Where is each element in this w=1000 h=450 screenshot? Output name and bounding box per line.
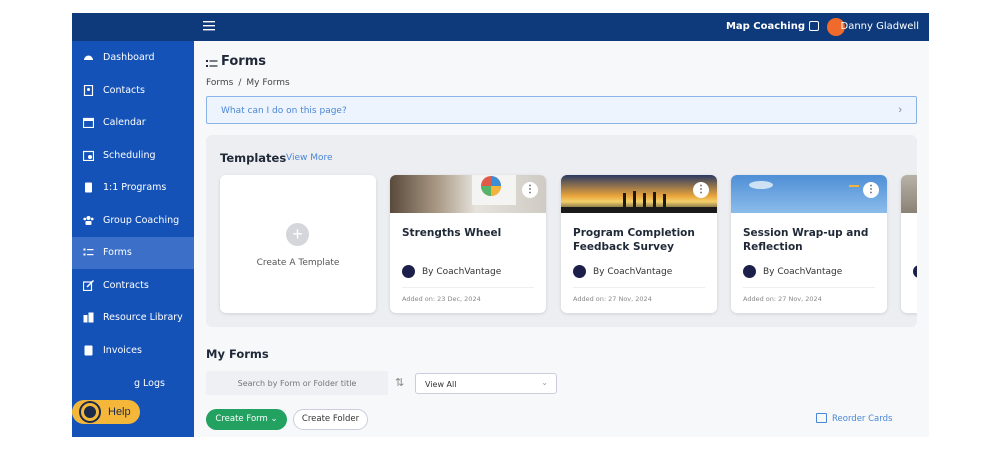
sidebar-item-label: Scheduling xyxy=(103,150,156,161)
forms-icon xyxy=(206,56,218,67)
template-name: Strengths Wheel xyxy=(402,227,502,239)
page-title: Forms xyxy=(221,54,266,69)
sidebar-item-label: Group Coaching xyxy=(103,215,180,226)
view-filter-value: View All xyxy=(425,380,457,389)
user-name[interactable]: Danny Gladwell xyxy=(841,21,920,32)
menu-toggle-icon[interactable] xyxy=(203,20,217,34)
breadcrumb-item[interactable]: Forms xyxy=(206,78,233,88)
search-input[interactable] xyxy=(206,371,388,395)
top-bar: Map Coaching Danny Gladwell xyxy=(72,13,929,41)
chevron-right-icon: › xyxy=(898,104,902,116)
template-added-date: Added on: 23 Dec, 2024 xyxy=(402,295,481,303)
contracts-icon xyxy=(83,280,94,291)
sidebar-item-programs[interactable]: 1:1 Programs xyxy=(72,172,194,204)
template-thumbnail xyxy=(901,175,917,213)
create-form-button[interactable]: Create Form ⌄ xyxy=(206,409,287,430)
app-window: Map Coaching Danny Gladwell Dashboard Co… xyxy=(72,13,929,437)
sidebar-item-label: 1:1 Programs xyxy=(103,182,167,193)
sidebar-item-label: Contacts xyxy=(103,85,145,96)
reorder-icon[interactable] xyxy=(816,413,827,423)
view-more-link[interactable]: View More xyxy=(286,153,333,163)
plus-icon: + xyxy=(286,223,309,246)
template-name: Session Wrap-up and Reflection xyxy=(743,227,869,253)
template-name: Program Completion Feedback Survey xyxy=(573,227,695,253)
org-switch-icon[interactable] xyxy=(809,21,819,31)
lifebuoy-icon xyxy=(81,403,99,421)
sidebar-item-contracts[interactable]: Contracts xyxy=(72,270,194,302)
page-help-bar[interactable]: What can I do on this page? › xyxy=(206,96,917,124)
template-card[interactable]: ⋮ Program Completion Feedback Survey By … xyxy=(561,175,717,313)
group-icon xyxy=(83,215,94,226)
main-content: Forms Forms / My Forms What can I do on th… xyxy=(194,41,929,437)
coachvantage-logo-icon xyxy=(402,265,415,278)
sidebar-item-label: Dashboard xyxy=(103,52,155,63)
create-folder-button[interactable]: Create Folder xyxy=(293,409,368,430)
create-template-card[interactable]: + Create A Template xyxy=(220,175,376,313)
forms-icon xyxy=(83,247,94,258)
sidebar-item-label: Forms xyxy=(103,247,132,258)
templates-title: Templates xyxy=(220,151,287,165)
sidebar-item-label: Resource Library xyxy=(103,312,183,323)
sidebar: Dashboard Contacts Calendar Scheduling 1… xyxy=(72,41,194,437)
card-divider xyxy=(743,287,875,288)
sidebar-item-scheduling[interactable]: Scheduling xyxy=(72,140,194,172)
reorder-cards-link[interactable]: Reorder Cards xyxy=(832,414,892,424)
template-card-partial[interactable] xyxy=(901,175,917,313)
sidebar-item-label: g Logs xyxy=(134,378,165,389)
calendar-icon xyxy=(83,117,94,128)
chevron-down-icon: ⌄ xyxy=(270,414,278,424)
sidebar-item-contacts[interactable]: Contacts xyxy=(72,75,194,107)
coachvantage-logo-icon xyxy=(743,265,756,278)
breadcrumb-item: My Forms xyxy=(246,78,290,88)
help-label: Help xyxy=(108,406,131,418)
coachvantage-logo-icon xyxy=(573,265,586,278)
library-icon xyxy=(83,312,94,323)
breadcrumb: Forms / My Forms xyxy=(206,78,290,88)
templates-section: Templates View More + Create A Template … xyxy=(206,135,917,327)
sidebar-item-label: Invoices xyxy=(103,345,142,356)
card-menu-icon[interactable]: ⋮ xyxy=(693,182,709,198)
help-prompt: What can I do on this page? xyxy=(221,106,347,116)
template-author: By CoachVantage xyxy=(763,267,843,277)
template-added-date: Added on: 27 Nov, 2024 xyxy=(573,295,652,303)
template-card[interactable]: ⋮ Session Wrap-up and Reflection By Coac… xyxy=(731,175,887,313)
card-menu-icon[interactable]: ⋮ xyxy=(522,182,538,198)
sidebar-item-group-coaching[interactable]: Group Coaching xyxy=(72,205,194,237)
template-author: By CoachVantage xyxy=(593,267,673,277)
sidebar-item-forms[interactable]: Forms xyxy=(72,237,194,269)
template-card[interactable]: ⋮ Strengths Wheel By CoachVantage Added … xyxy=(390,175,546,313)
sidebar-item-label: Contracts xyxy=(103,280,149,291)
sidebar-item-resource-library[interactable]: Resource Library xyxy=(72,302,194,334)
view-filter-select[interactable]: View All ⌄ xyxy=(415,373,557,394)
card-menu-icon[interactable]: ⋮ xyxy=(863,182,879,198)
sidebar-item-calendar[interactable]: Calendar xyxy=(72,107,194,139)
card-divider xyxy=(402,287,534,288)
create-form-label: Create Form xyxy=(215,414,268,424)
programs-icon xyxy=(83,182,94,193)
scheduling-icon xyxy=(83,150,94,161)
my-forms-title: My Forms xyxy=(206,347,269,361)
chevron-down-icon: ⌄ xyxy=(541,378,548,387)
sidebar-item-invoices[interactable]: Invoices xyxy=(72,335,194,367)
sidebar-item-logs[interactable]: g Logs xyxy=(72,368,194,400)
card-divider xyxy=(573,287,705,288)
dashboard-icon xyxy=(83,52,94,63)
create-template-label: Create A Template xyxy=(256,258,340,268)
sidebar-item-label: Calendar xyxy=(103,117,146,128)
contacts-icon xyxy=(83,85,94,96)
coachvantage-logo-icon xyxy=(913,265,917,278)
template-author: By CoachVantage xyxy=(422,267,502,277)
invoices-icon xyxy=(83,345,94,356)
sidebar-item-dashboard[interactable]: Dashboard xyxy=(72,42,194,74)
org-name[interactable]: Map Coaching xyxy=(726,21,805,32)
help-button[interactable]: Help xyxy=(72,400,140,424)
sort-icon[interactable]: ⇅ xyxy=(395,376,404,389)
template-added-date: Added on: 27 Nov, 2024 xyxy=(743,295,822,303)
